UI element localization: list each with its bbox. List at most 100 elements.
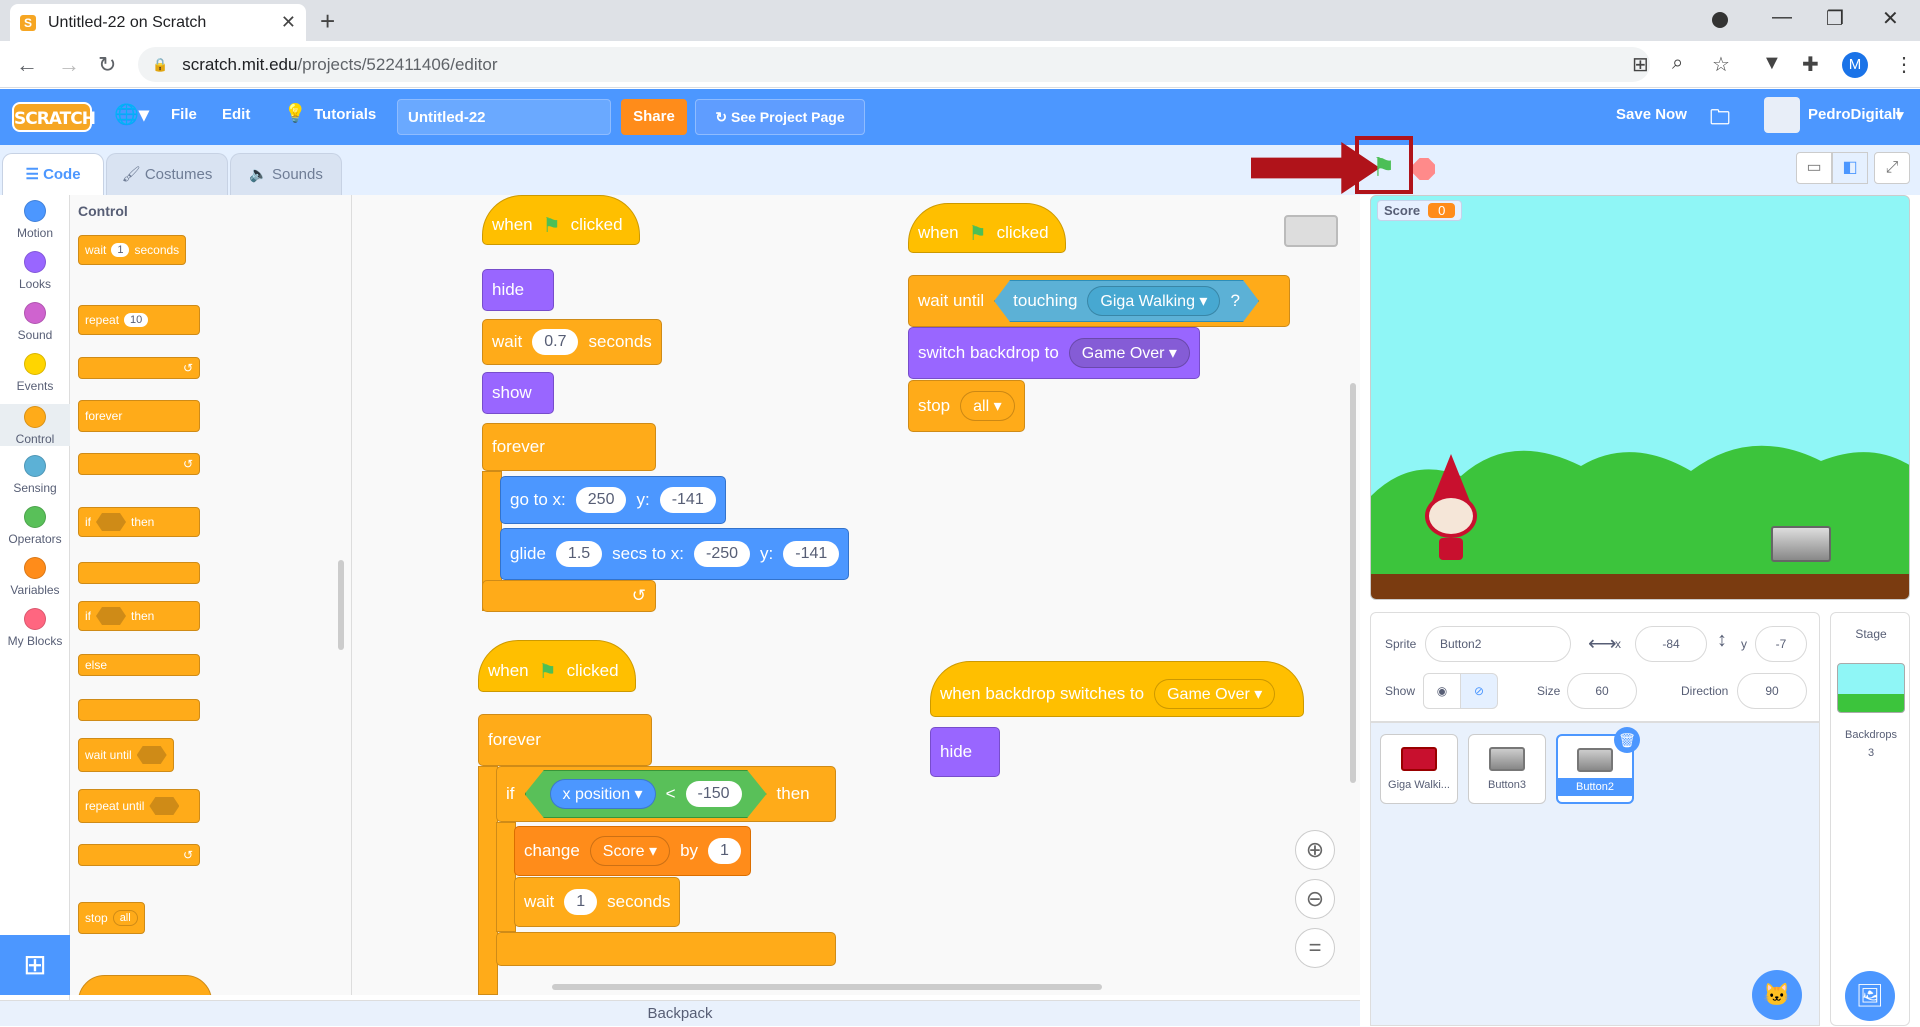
category-variables[interactable]: Variables <box>0 557 70 597</box>
tab-code[interactable]: ☰ Code <box>2 153 104 195</box>
translate-icon[interactable]: ⊞ <box>1632 52 1649 77</box>
wait-block[interactable]: wait 0.7 seconds <box>482 319 662 365</box>
s1-glide-x[interactable]: -250 <box>693 541 751 567</box>
goto-xy-block[interactable]: go to x: 250 y: -141 <box>500 476 726 524</box>
profile-menu-icon[interactable] <box>1712 12 1728 28</box>
glide-block[interactable]: glide 1.5 secs to x: -250 y: -141 <box>500 528 850 580</box>
menu-edit[interactable]: Edit <box>222 106 250 123</box>
zoom-in-icon[interactable]: ⊕ <box>1295 830 1335 870</box>
category-operators[interactable]: Operators <box>0 506 70 546</box>
puzzle-icon[interactable]: ✚ <box>1802 52 1819 77</box>
share-button[interactable]: Share <box>621 99 687 135</box>
touching-block[interactable]: touching Giga Walking ▾? <box>994 280 1259 322</box>
pb-repeat-val[interactable]: 10 <box>124 313 149 327</box>
palette-scrollbar[interactable] <box>338 560 344 650</box>
show-block[interactable]: show <box>482 372 554 414</box>
tab-sounds[interactable]: 🔈 Sounds <box>230 153 342 195</box>
category-my-blocks[interactable]: My Blocks <box>0 608 70 648</box>
large-stage-icon[interactable]: ◧ <box>1832 152 1868 184</box>
workspace-horizontal-scrollbar[interactable] <box>552 984 1102 990</box>
s2-target-dropdown[interactable]: Giga Walking ▾ <box>1087 286 1221 316</box>
category-events[interactable]: Events <box>0 353 70 393</box>
add-backdrop-icon[interactable]: 🖼 <box>1845 971 1895 1021</box>
s3-by-val[interactable]: 1 <box>708 838 741 864</box>
hide-block-2[interactable]: hide <box>930 727 1000 777</box>
stage-canvas[interactable]: Score 0 <box>1370 195 1910 600</box>
workspace-vertical-scrollbar[interactable] <box>1350 383 1356 783</box>
s4-backdrop-dropdown[interactable]: Game Over ▾ <box>1154 679 1276 709</box>
show-visible-icon[interactable]: ◉ <box>1423 673 1461 709</box>
browser-tab[interactable]: S Untitled-22 on Scratch ✕ <box>10 4 306 41</box>
minimize-icon[interactable]: — <box>1772 6 1792 29</box>
sprite-name-input[interactable]: Button2 <box>1425 626 1571 662</box>
user-dropdown-icon[interactable]: ▾ <box>1896 106 1904 124</box>
palette-ifelse-block[interactable]: if then <box>78 601 200 631</box>
s1-glide-secs[interactable]: 1.5 <box>555 541 603 567</box>
s1-wait-val[interactable]: 0.7 <box>532 329 579 355</box>
palette-hat-block[interactable] <box>78 975 212 995</box>
project-title-input[interactable]: Untitled-22 <box>397 99 611 135</box>
bookmark-star-icon[interactable]: ☆ <box>1712 52 1730 77</box>
change-var-block[interactable]: change Score ▾ by 1 <box>514 826 751 876</box>
wait-block-2[interactable]: wait 1 seconds <box>514 877 681 927</box>
category-control[interactable]: Control <box>0 404 70 446</box>
extension-icon[interactable]: ▼ <box>1762 52 1782 75</box>
stop-block[interactable]: stop all ▾ <box>908 380 1025 432</box>
wait-until-block[interactable]: wait until touching Giga Walking ▾? <box>908 275 1290 327</box>
my-stuff-folder-icon[interactable]: 🗀 <box>1710 103 1730 137</box>
size-input[interactable]: 60 <box>1567 673 1637 709</box>
scratch-logo[interactable]: SCRATCH <box>12 102 96 132</box>
stage-selector[interactable]: Stage Backdrops 3 🖼 <box>1830 612 1910 1026</box>
s2-stop-dropdown[interactable]: all ▾ <box>960 391 1015 421</box>
s1-glide-y[interactable]: -141 <box>783 541 840 567</box>
category-sound[interactable]: Sound <box>0 302 70 342</box>
forever-block[interactable]: forever <box>482 423 656 471</box>
s1-goto-x[interactable]: 250 <box>575 487 627 513</box>
category-motion[interactable]: Motion <box>0 200 70 240</box>
maximize-icon[interactable]: ❐ <box>1826 6 1844 31</box>
close-tab-icon[interactable]: ✕ <box>281 12 296 33</box>
palette-repeat-until-block[interactable]: repeat until <box>78 789 200 823</box>
green-flag-icon[interactable]: ⚑ <box>1372 152 1395 183</box>
back-icon[interactable]: ← <box>16 52 38 78</box>
palette-stop-block[interactable]: stop all <box>78 902 145 934</box>
when-backdrop-switches-block[interactable]: when backdrop switches to Game Over ▾ <box>930 661 1304 717</box>
s1-goto-y[interactable]: -141 <box>659 487 716 513</box>
if-then-block[interactable]: if x position ▾ < -150 then <box>496 766 836 822</box>
sprite-tile-giga[interactable]: Giga Walki... <box>1380 734 1458 804</box>
when-flag-clicked-block-2[interactable]: when ⚑ clicked <box>908 203 1066 253</box>
palette-forever-block[interactable]: forever <box>78 400 200 432</box>
small-stage-icon[interactable]: ▭ <box>1796 152 1832 184</box>
pb-wait-val[interactable]: 1 <box>111 243 130 257</box>
pb-stop-val[interactable]: all <box>112 910 138 926</box>
sprite-tile-button3[interactable]: Button3 <box>1468 734 1546 804</box>
s3-xpos[interactable]: x position ▾ <box>549 779 656 809</box>
zoom-icon[interactable]: ⌕ <box>1672 52 1683 75</box>
s3-var-dropdown[interactable]: Score ▾ <box>589 836 671 866</box>
forward-icon[interactable]: → <box>58 52 80 78</box>
button-sprite[interactable] <box>1771 526 1831 562</box>
close-window-icon[interactable]: ✕ <box>1882 6 1899 31</box>
profile-avatar[interactable]: M <box>1842 52 1868 78</box>
palette-repeat-block[interactable]: repeat 10 <box>78 305 200 335</box>
forever-block-2[interactable]: forever <box>478 714 652 766</box>
browser-menu-icon[interactable]: ⋮ <box>1894 52 1914 77</box>
s3-cmp[interactable]: -150 <box>685 781 742 807</box>
direction-input[interactable]: 90 <box>1737 673 1807 709</box>
giga-walking-sprite[interactable] <box>1407 454 1487 564</box>
hide-block[interactable]: hide <box>482 269 554 311</box>
category-looks[interactable]: Looks <box>0 251 70 291</box>
when-flag-clicked-block[interactable]: when ⚑ clicked <box>482 195 640 245</box>
see-project-page-button[interactable]: ↻ See Project Page <box>695 99 865 135</box>
reload-icon[interactable]: ↻ <box>98 52 116 78</box>
username[interactable]: PedroDigitall <box>1808 106 1901 123</box>
switch-backdrop-block[interactable]: switch backdrop to Game Over ▾ <box>908 327 1200 379</box>
y-input[interactable]: -7 <box>1755 626 1807 662</box>
menu-tutorials[interactable]: Tutorials <box>314 106 376 123</box>
fullscreen-icon[interactable]: ⤢ <box>1874 152 1910 184</box>
x-input[interactable]: -84 <box>1635 626 1707 662</box>
palette-if-block[interactable]: if then <box>78 507 200 537</box>
category-sensing[interactable]: Sensing <box>0 455 70 495</box>
menu-file[interactable]: File <box>171 106 197 123</box>
code-workspace[interactable]: when ⚑ clicked hide wait 0.7 seconds show fo… <box>352 195 1360 995</box>
